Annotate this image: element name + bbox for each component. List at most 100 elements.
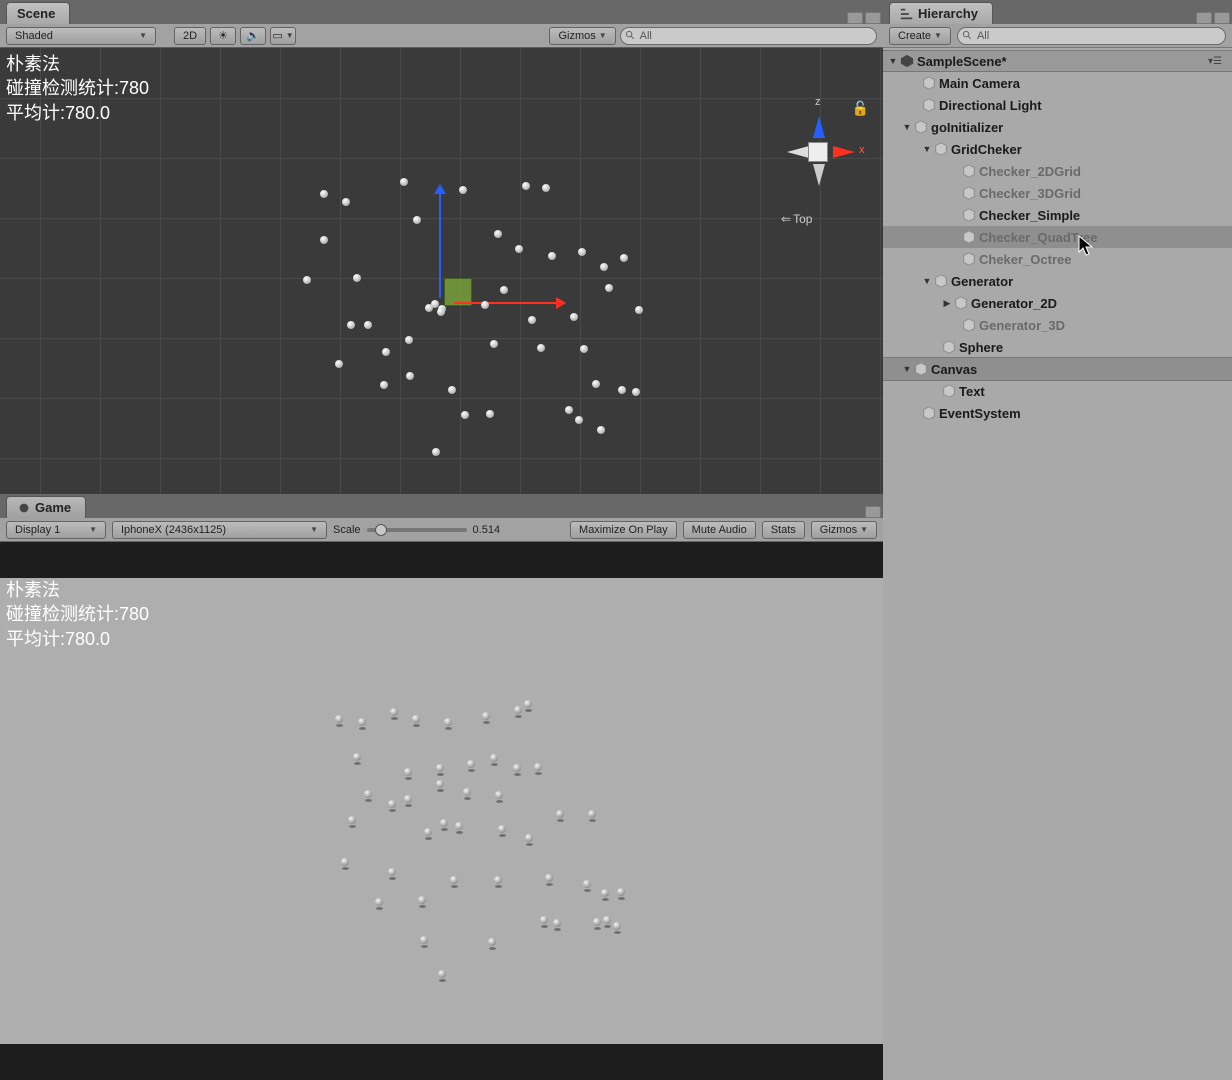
scene-toolbar: Shaded ▼ 2D ☀ 🔊 ▭▼ Gizmos ▼: [0, 24, 883, 48]
hierarchy-item-eventsystem[interactable]: EventSystem: [883, 402, 1232, 424]
game-gizmos-dropdown[interactable]: Gizmos▼: [811, 521, 877, 539]
gameobject-icon: [961, 251, 977, 267]
scene-menu-button[interactable]: ▾☰: [1208, 56, 1226, 67]
shading-mode-dropdown[interactable]: Shaded ▼: [6, 27, 156, 45]
scale-slider[interactable]: Scale 0.514: [333, 524, 564, 536]
2d-toggle-label: 2D: [183, 30, 197, 42]
gameobject-icon: [921, 97, 937, 113]
scale-value: 0.514: [473, 524, 501, 536]
hierarchy-item-generator-3d[interactable]: Generator_3D: [883, 314, 1232, 336]
hierarchy-lock[interactable]: [1196, 12, 1212, 24]
scene-tab[interactable]: Scene: [6, 2, 70, 24]
scene-name-label: SampleScene*: [915, 54, 1007, 69]
hierarchy-tab[interactable]: Hierarchy: [889, 2, 993, 24]
gizmos-label: Gizmos: [558, 30, 595, 42]
hierarchy-item-checker-2dgrid[interactable]: Checker_2DGrid: [883, 160, 1232, 182]
gameobject-icon: [961, 317, 977, 333]
orientation-gizmo[interactable]: z x ⇐ Top: [773, 100, 863, 220]
chevron-down-icon: ▼: [599, 31, 607, 40]
gameobject-icon: [933, 141, 949, 157]
foldout-icon[interactable]: ▼: [901, 364, 913, 374]
2d-toggle-button[interactable]: 2D: [174, 27, 206, 45]
display-dropdown[interactable]: Display 1▼: [6, 521, 106, 539]
stats-toggle[interactable]: Stats: [762, 521, 805, 539]
game-tab[interactable]: Game: [6, 496, 86, 518]
lighting-toggle-button[interactable]: ☀: [210, 27, 236, 45]
audio-toggle-button[interactable]: 🔊: [240, 27, 266, 45]
scene-viewport[interactable]: 朴素法 碰撞检测统计:780 平均计:780.0 🔓 z x ⇐ Top: [0, 48, 883, 494]
scene-tabrow: Scene: [0, 0, 883, 24]
foldout-icon[interactable]: ▼: [921, 144, 933, 154]
game-tab-menu[interactable]: [865, 506, 881, 518]
hierarchy-tree[interactable]: ▼ SampleScene* ▾☰ Main Camera Directiona…: [883, 48, 1232, 1080]
gizmo-cone-neg-z[interactable]: [813, 164, 825, 192]
scene-tab-label: Scene: [17, 6, 55, 21]
resolution-dropdown[interactable]: IphoneX (2436x1125)▼: [112, 521, 327, 539]
hierarchy-tab-label: Hierarchy: [918, 6, 978, 21]
gameobject-icon: [953, 295, 969, 311]
speaker-icon: 🔊: [246, 29, 260, 42]
gameobject-icon: [961, 185, 977, 201]
gameobject-icon: [933, 273, 949, 289]
chevron-down-icon: ▼: [139, 31, 147, 40]
resolution-label: IphoneX (2436x1125): [121, 524, 226, 536]
scene-tab-dropdown[interactable]: [847, 12, 863, 24]
game-tabrow: Game: [0, 494, 883, 518]
gizmo-center[interactable]: [808, 142, 828, 162]
hierarchy-item-main-camera[interactable]: Main Camera: [883, 72, 1232, 94]
gameobject-icon: [961, 229, 977, 245]
gameobject-icon: [961, 163, 977, 179]
hierarchy-item-text[interactable]: Text: [883, 380, 1232, 402]
create-label: Create: [898, 30, 931, 42]
maximize-on-play-toggle[interactable]: Maximize On Play: [570, 521, 677, 539]
hierarchy-item-checker-simple[interactable]: Checker_Simple: [883, 204, 1232, 226]
gizmo-cone-z[interactable]: [813, 110, 825, 138]
gizmo-axis-x[interactable]: [454, 302, 564, 304]
chevron-down-icon: ▼: [286, 31, 294, 40]
hierarchy-item-checker-quadtree[interactable]: Checker_QuadTree: [883, 226, 1232, 248]
foldout-icon[interactable]: ▶: [941, 298, 953, 309]
hierarchy-item-canvas[interactable]: ▼ Canvas: [883, 358, 1232, 380]
shading-mode-label: Shaded: [15, 30, 53, 42]
scene-tab-menu[interactable]: [865, 12, 881, 24]
mute-audio-toggle[interactable]: Mute Audio: [683, 521, 756, 539]
hierarchy-item-checker-3dgrid[interactable]: Checker_3DGrid: [883, 182, 1232, 204]
hierarchy-search-input[interactable]: All: [957, 27, 1226, 45]
hierarchy-tab-menu[interactable]: [1214, 12, 1230, 24]
gizmo-axis-y[interactable]: [439, 188, 441, 298]
gizmo-cone-neg-x[interactable]: [781, 146, 809, 158]
gizmo-cone-x[interactable]: [833, 146, 861, 158]
hierarchy-toolbar: Create▼ All: [883, 24, 1232, 48]
foldout-icon[interactable]: ▼: [887, 56, 899, 66]
create-dropdown[interactable]: Create▼: [889, 27, 951, 45]
gameobject-icon: [961, 207, 977, 223]
gameobject-icon: [921, 75, 937, 91]
gameobject-icon: [913, 119, 929, 135]
game-viewport[interactable]: 朴素法 碰撞检测统计:780 平均计:780.0: [0, 542, 883, 1080]
scene-search-input[interactable]: All: [620, 27, 877, 45]
foldout-icon[interactable]: ▼: [901, 122, 913, 132]
hierarchy-item-sphere[interactable]: Sphere: [883, 336, 1232, 358]
gameobject-icon: [913, 361, 929, 377]
hierarchy-item-generator-2d[interactable]: ▶ Generator_2D: [883, 292, 1232, 314]
foldout-icon[interactable]: ▼: [921, 276, 933, 286]
hierarchy-icon: [900, 7, 914, 21]
hierarchy-item-cheker-octree[interactable]: Cheker_Octree: [883, 248, 1232, 270]
scene-node[interactable]: ▼ SampleScene* ▾☰: [883, 50, 1232, 72]
hierarchy-item-goinitializer[interactable]: ▼ goInitializer: [883, 116, 1232, 138]
hierarchy-item-generator[interactable]: ▼ Generator: [883, 270, 1232, 292]
scene-search-placeholder: All: [640, 30, 652, 42]
gameobject-icon: [921, 405, 937, 421]
game-overlay-stats: 朴素法 碰撞检测统计:780 平均计:780.0: [6, 578, 149, 651]
picture-icon: ▭: [272, 29, 282, 42]
fx-toggle-button[interactable]: ▭▼: [270, 27, 296, 45]
gizmo-projection-label[interactable]: ⇐ Top: [781, 212, 812, 226]
hierarchy-item-gridcheker[interactable]: ▼ GridCheker: [883, 138, 1232, 160]
gizmos-dropdown[interactable]: Gizmos ▼: [549, 27, 615, 45]
game-icon: [17, 501, 31, 515]
display-label: Display 1: [15, 524, 60, 536]
gameobject-icon: [941, 339, 957, 355]
unity-icon: [899, 53, 915, 69]
hierarchy-item-directional-light[interactable]: Directional Light: [883, 94, 1232, 116]
axis-z-label: z: [815, 96, 821, 108]
